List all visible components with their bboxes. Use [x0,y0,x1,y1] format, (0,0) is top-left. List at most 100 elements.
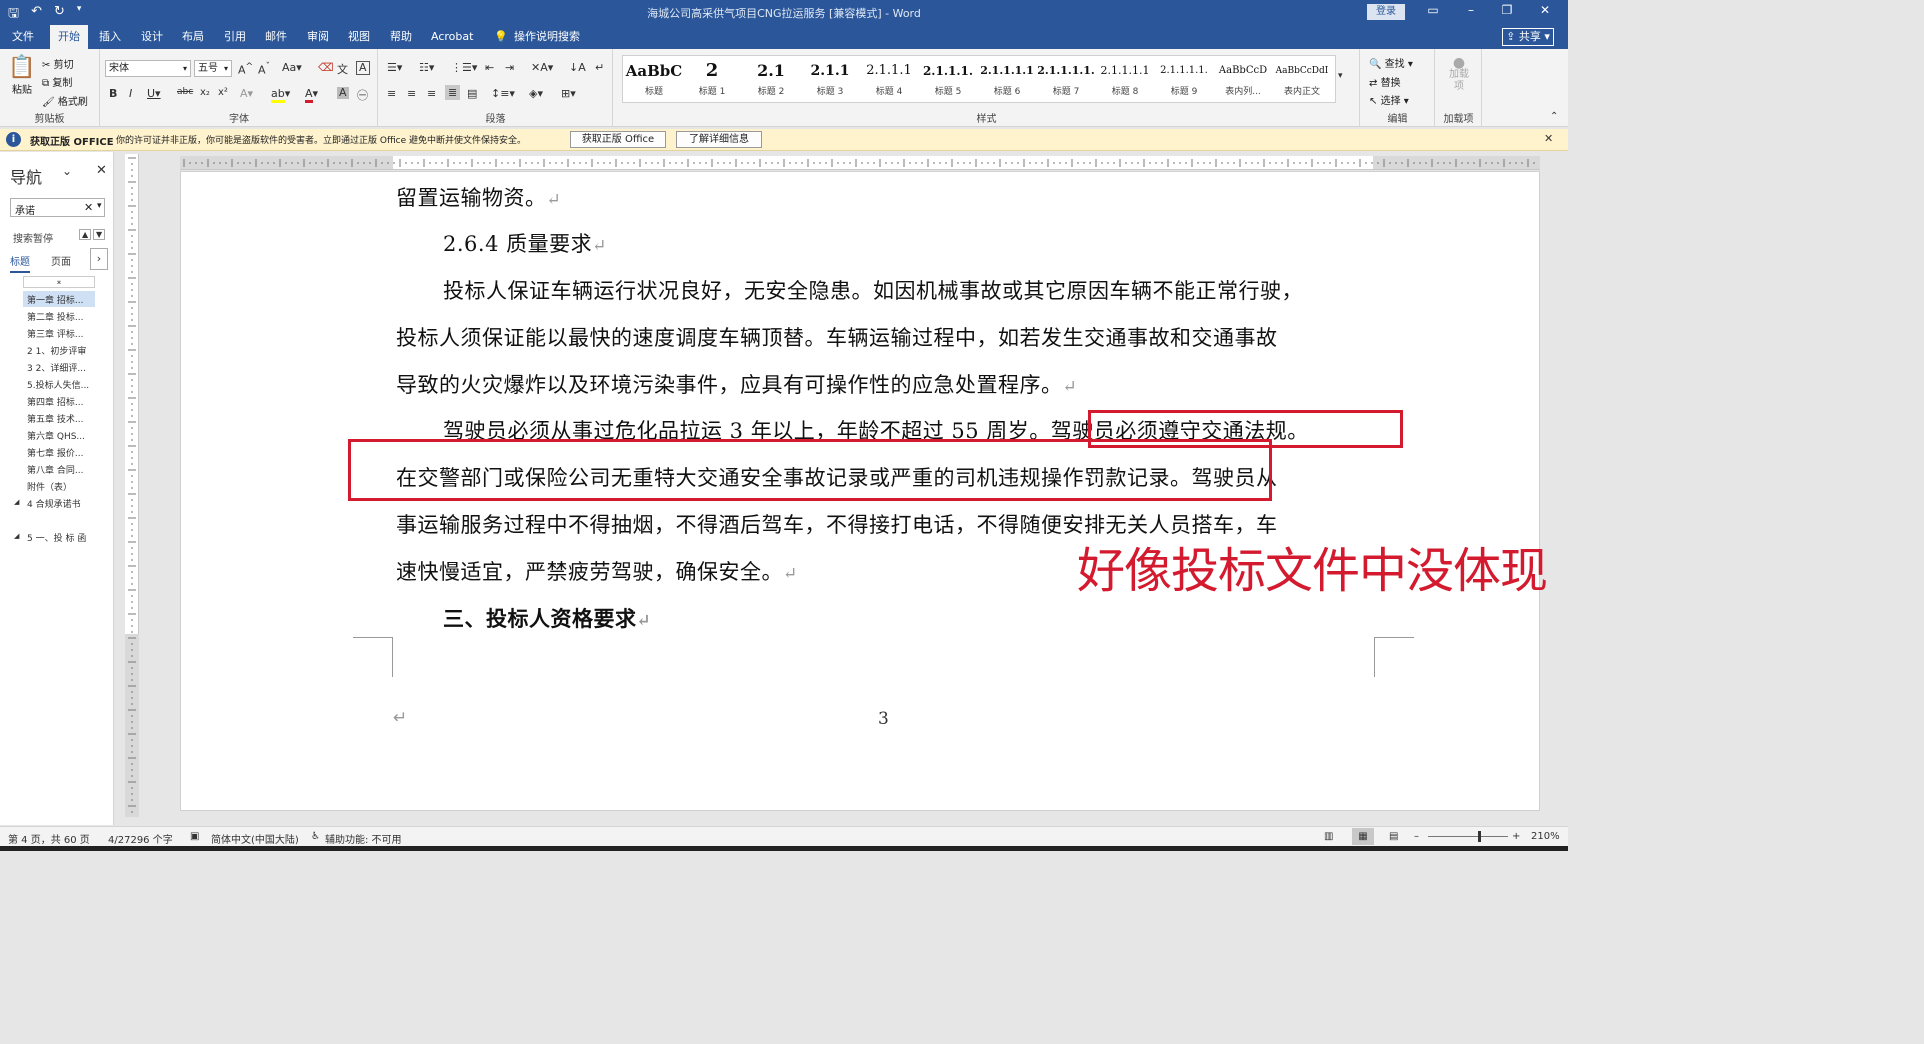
increase-indent-icon[interactable]: ⇥ [505,61,514,74]
sort-icon[interactable]: ↓A [569,61,586,74]
restore-icon[interactable]: ❐ [1492,3,1522,17]
cut-button[interactable]: ✂ 剪切 [42,56,74,71]
page-count[interactable]: 第 4 页，共 60 页 [8,831,90,846]
styles-more-icon[interactable]: ▾ [1338,71,1343,81]
tab-pages[interactable]: 页面 [51,253,71,268]
font-size-combo[interactable]: 五号 [194,60,232,77]
web-layout-icon[interactable]: ▤ [1389,831,1398,842]
tab-results-chevron-icon[interactable]: › [90,248,108,270]
expand-triangle-icon[interactable]: ◢ [14,532,19,540]
share-button[interactable]: ⇪ 共享 ▾ [1502,28,1554,46]
style-heading-5[interactable]: 2.1.1.1. 标题 5 [919,58,977,102]
bullets-icon[interactable]: ☰▾ [387,61,402,74]
font-color-icon[interactable]: A▾ [305,87,318,103]
nav-heading[interactable]: 第二章 投标... [27,310,83,323]
print-layout-icon[interactable]: ▦ [1352,828,1374,845]
nav-heading[interactable]: 2 1、初步评审 [27,344,86,357]
align-center-icon[interactable]: ≡ [407,87,416,100]
justify-icon[interactable]: ≣ [445,85,461,100]
tab-layout[interactable]: 布局 [182,25,204,49]
nav-search-box[interactable]: 承诺 ✕ ▾ [10,198,105,217]
zoom-slider-track[interactable] [1428,836,1508,837]
align-right-icon[interactable]: ≡ [427,87,436,100]
style-heading-1[interactable]: 2 标题 1 [683,58,741,102]
nav-heading[interactable]: 3 2、详细评... [27,361,86,374]
style-table-body[interactable]: AaBbCcDdI 表内正文 [1273,58,1331,102]
phonetic-guide-icon[interactable]: 文 [337,61,348,77]
learn-more-button[interactable]: 了解详细信息 [676,131,762,148]
addins-button[interactable]: ● 加载项 [1446,56,1472,93]
doc-heading-qualification[interactable]: 三、投标人资格要求↵ [443,603,651,633]
nav-heading[interactable]: 附件（表） [27,480,72,493]
login-button[interactable]: 登录 [1367,4,1405,20]
language-indicator[interactable]: 简体中文(中国大陆) [211,831,299,846]
nav-heading[interactable]: 4 合规承诺书 [27,497,81,510]
multilevel-list-icon[interactable]: ⋮☰▾ [451,61,477,74]
proofing-icon[interactable]: ▣ [190,831,199,842]
prev-result-icon[interactable]: ▲ [79,229,92,240]
close-infobar-icon[interactable]: ✕ [1544,132,1553,145]
nav-heading[interactable]: 第六章 QHS... [27,429,85,442]
nav-heading[interactable]: 第四章 招标... [27,395,83,408]
ribbon-display-icon[interactable]: ▭ [1418,3,1448,17]
nav-options-icon[interactable]: ⌄ [62,164,72,178]
nav-heading[interactable]: 第五章 技术... [27,412,83,425]
vertical-ruler[interactable] [125,154,139,817]
style-heading-4[interactable]: 2.1.1.1 标题 4 [860,58,918,102]
show-marks-icon[interactable]: ↵ [595,61,604,74]
zoom-slider-thumb[interactable] [1478,831,1481,842]
nav-search-input[interactable]: 承诺 [15,202,35,217]
doc-line[interactable]: 留置运输物资。↵ [396,182,561,212]
tab-review[interactable]: 审阅 [307,25,329,49]
shrink-font-icon[interactable]: Aˇ [258,61,270,77]
borders-icon[interactable]: ⊞▾ [561,87,576,100]
doc-line[interactable]: 速快慢适宜，严禁疲劳驾驶，确保安全。↵ [396,556,798,586]
search-dropdown-icon[interactable]: ▾ [97,201,102,211]
find-button[interactable]: 🔍 查找 ▾ [1369,55,1413,70]
copy-button[interactable]: ⧉ 复制 [42,74,72,89]
nav-heading[interactable]: 5 一、投 标 函 [27,531,86,544]
nav-heading[interactable]: 第一章 招标... [27,293,83,306]
nav-heading[interactable]: 5.投标人失信... [27,378,89,391]
asian-layout-icon[interactable]: ✕A▾ [531,61,553,74]
style-heading-6[interactable]: 2.1.1.1.1 标题 6 [978,58,1036,102]
clear-search-icon[interactable]: ✕ [84,201,93,214]
char-border-icon[interactable]: A [356,61,370,75]
word-count[interactable]: 4/27296 个字 [108,831,173,846]
subscript-icon[interactable]: x₂ [200,87,210,98]
tab-file[interactable]: 文件 [12,25,34,49]
char-shading-icon[interactable]: A [337,87,349,99]
text-effects-icon[interactable]: A▾ [240,87,253,100]
font-name-combo[interactable]: 宋体 [105,60,191,77]
clear-formatting-icon[interactable]: ⌫ [318,61,334,74]
style-heading-8[interactable]: 2.1.1.1.1 标题 8 [1096,58,1154,102]
tab-mailings[interactable]: 邮件 [265,25,287,49]
decrease-indent-icon[interactable]: ⇤ [485,61,494,74]
next-result-icon[interactable]: ▼ [93,229,106,240]
minimize-icon[interactable]: – [1456,3,1486,17]
distributed-icon[interactable]: ▤ [467,87,477,100]
tab-home[interactable]: 开始 [50,25,88,49]
underline-icon[interactable]: U▾ [147,87,161,100]
style-title[interactable]: AaBbC 标题 [625,58,683,102]
expand-triangle-icon[interactable]: ◢ [14,498,19,506]
zoom-in-icon[interactable]: + [1512,831,1520,842]
close-window-icon[interactable]: ✕ [1530,3,1560,17]
style-table-column[interactable]: AaBbCcD 表内列... [1214,58,1272,102]
line-spacing-icon[interactable]: ↕≡▾ [491,87,515,100]
tab-view[interactable]: 视图 [348,25,370,49]
horizontal-ruler[interactable] [180,156,1540,170]
collapse-ribbon-icon[interactable]: ⌃ [1550,111,1558,122]
shading-icon[interactable]: ◈▾ [529,87,543,100]
tab-references[interactable]: 引用 [224,25,246,49]
numbering-icon[interactable]: ☷▾ [419,61,434,74]
select-button[interactable]: ↖ 选择 ▾ [1369,92,1409,107]
nav-heading[interactable]: 第七章 报价... [27,446,83,459]
close-nav-icon[interactable]: ✕ [96,163,107,178]
highlight-icon[interactable]: ab▾ [271,87,290,103]
accessibility-status[interactable]: 辅助功能: 不可用 [325,831,402,846]
read-mode-icon[interactable]: ▥ [1324,831,1333,842]
doc-heading-2-6-4[interactable]: 2.6.4 质量要求↵ [443,228,607,258]
doc-line[interactable]: 导致的火灾爆炸以及环境污染事件，应具有可操作性的应急处置程序。↵ [396,369,1077,399]
format-painter-button[interactable]: 🖌 格式刷 [42,93,88,108]
